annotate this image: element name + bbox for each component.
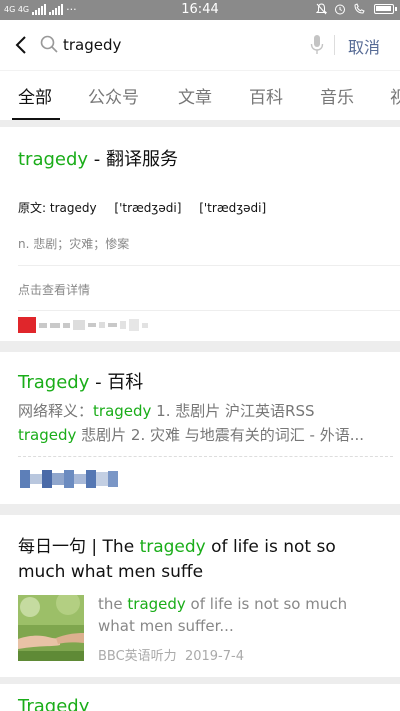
translation-card[interactable]: tragedy - 翻译服务 原文: tragedy ['trædʒədi] [… — [0, 127, 400, 341]
cancel-button[interactable]: 取消 — [348, 34, 380, 58]
tab-all[interactable]: 全部 — [18, 83, 52, 108]
article-thumbnail[interactable] — [18, 595, 84, 661]
snippet-keyword: tragedy — [93, 402, 152, 420]
source-logo-blurred — [20, 470, 118, 488]
snippet-text: 1. 悲剧片 沪江英语RSS — [151, 402, 315, 420]
status-right — [316, 3, 397, 15]
search-bar: 取消 — [0, 20, 400, 70]
tab-bar: 全部 公众号 文章 百科 音乐 视 — [0, 70, 400, 120]
original-label: 原文: tragedy — [18, 201, 97, 215]
card-title[interactable]: tragedy - 翻译服务 — [18, 145, 178, 171]
snippet-text: 悲剧片 2. 灾难 与地震有关的词汇 - 外语... — [76, 426, 365, 444]
tab-encyclopedia[interactable]: 百科 — [249, 83, 283, 108]
snippet-line-2: tragedy 悲剧片 2. 灾难 与地震有关的词汇 - 外语... — [18, 424, 364, 445]
baike-card[interactable]: Tragedy - 百科 网络释义：tragedy 1. 悲剧片 沪江英语RSS… — [0, 352, 400, 504]
title-keyword: Tragedy — [18, 372, 90, 393]
status-bar: 4G 4G ··· 16:44 — [0, 0, 400, 20]
tab-articles[interactable]: 文章 — [178, 83, 212, 108]
divider — [18, 310, 400, 311]
article-meta: BBC英语听力 2019-7-4 — [98, 645, 244, 664]
article-title[interactable]: 每日一句 | The tragedy of life is not so muc… — [18, 535, 388, 585]
title-suffix: 百科 — [107, 372, 144, 393]
phonetic-uk: ['trædʒədi] — [114, 201, 182, 215]
article-snippet: the tragedy of life is not so much what … — [98, 593, 388, 637]
silent-icon — [316, 3, 327, 15]
active-tab-indicator — [12, 118, 60, 120]
view-details-link[interactable]: 点击查看详情 — [18, 281, 90, 298]
title-service: 翻译服务 — [106, 149, 179, 170]
chevron-left-icon — [15, 36, 26, 54]
article-card[interactable]: 每日一句 | The tragedy of life is not so muc… — [0, 515, 400, 677]
search-divider — [334, 35, 335, 55]
back-button[interactable] — [8, 30, 34, 60]
card-title[interactable]: Tragedy — [18, 696, 89, 711]
snippet-line-1: 网络释义：tragedy 1. 悲剧片 沪江英语RSS — [18, 400, 315, 421]
title-keyword: tragedy — [18, 149, 89, 170]
snippet-prefix: 网络释义： — [18, 402, 94, 420]
card-title[interactable]: Tragedy - 百科 — [18, 368, 143, 394]
snippet-prefix: the — [98, 595, 128, 613]
article-source[interactable]: BBC英语听力 — [98, 649, 177, 664]
search-input[interactable] — [63, 32, 293, 58]
source-logo-blurred — [18, 317, 148, 333]
microphone-icon[interactable] — [310, 34, 324, 56]
title-prefix: 每日一句 | The — [18, 537, 140, 557]
next-result-card[interactable]: Tragedy — [0, 684, 400, 711]
title-separator: - — [88, 149, 107, 170]
snippet-keyword: tragedy — [127, 595, 186, 613]
tab-video[interactable]: 视 — [390, 83, 400, 108]
original-text: 原文: tragedy ['trædʒədi] ['trædʒədi] — [18, 199, 280, 216]
article-date: 2019-7-4 — [184, 649, 244, 664]
divider — [18, 265, 400, 266]
hd-call-icon — [354, 3, 365, 14]
title-keyword: tragedy — [139, 537, 206, 557]
tab-official-accounts[interactable]: 公众号 — [88, 83, 139, 108]
holding-hands-image — [18, 595, 84, 661]
alarm-icon — [335, 4, 345, 15]
phonetic-us: ['trædʒədi] — [199, 201, 267, 215]
snippet-keyword: tragedy — [18, 426, 77, 444]
search-icon — [40, 35, 58, 53]
title-separator: - — [89, 372, 108, 393]
battery-icon — [374, 4, 397, 14]
definition: n. 悲剧；灾难；惨案 — [18, 237, 130, 251]
tab-music[interactable]: 音乐 — [320, 83, 354, 108]
dashed-divider — [18, 456, 393, 457]
